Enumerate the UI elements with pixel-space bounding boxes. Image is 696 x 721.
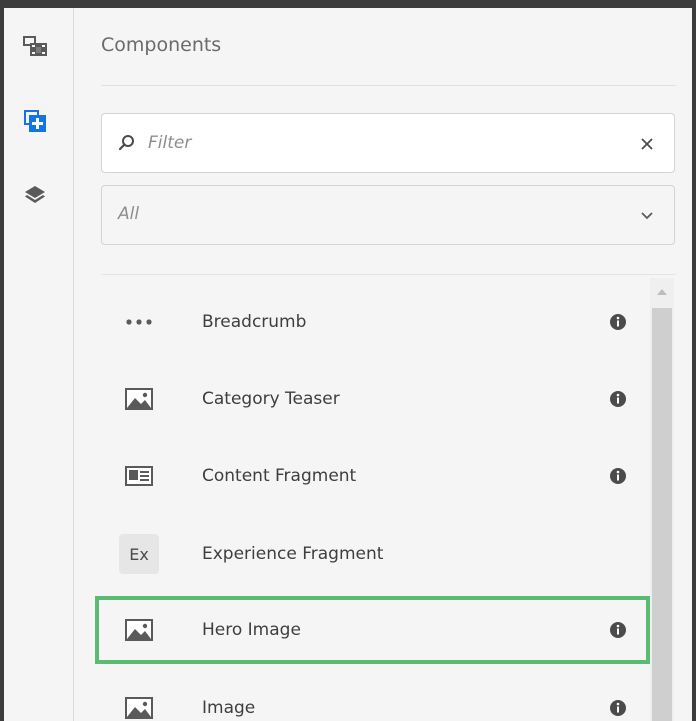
- component-label: Breadcrumb: [202, 312, 307, 332]
- rail-content-tree-button[interactable]: [12, 175, 58, 215]
- component-item-category-teaser[interactable]: Category Teaser: [95, 365, 650, 433]
- component-item-image[interactable]: Image: [95, 674, 650, 721]
- title-divider: [101, 85, 676, 86]
- rail-assets-button[interactable]: [12, 26, 58, 66]
- ex-badge: Ex: [119, 534, 159, 574]
- component-label: Content Fragment: [202, 466, 357, 486]
- info-icon[interactable]: [609, 699, 627, 717]
- component-label: Hero Image: [202, 620, 301, 640]
- component-item-experience-fragment[interactable]: Ex Experience Fragment: [95, 520, 650, 588]
- info-icon[interactable]: [609, 467, 627, 485]
- content-fragment-icon: [119, 456, 159, 496]
- ellipsis-icon: [119, 302, 159, 342]
- component-label: Category Teaser: [202, 389, 340, 409]
- component-item-breadcrumb[interactable]: Breadcrumb: [95, 288, 650, 356]
- image-icon: [119, 610, 159, 650]
- list-divider: [101, 274, 676, 275]
- list-scrollbar[interactable]: [650, 278, 674, 721]
- search-icon: [118, 135, 134, 151]
- component-label: Experience Fragment: [202, 544, 384, 564]
- info-icon[interactable]: [609, 390, 627, 408]
- chevron-down-icon: [641, 212, 653, 220]
- scrollbar-thumb[interactable]: [652, 308, 672, 721]
- image-icon: [119, 688, 159, 721]
- close-icon: [641, 138, 653, 150]
- layers-icon: [25, 186, 45, 203]
- components-list: Breadcrumb Category Teaser Content Fragm…: [95, 276, 650, 721]
- info-icon[interactable]: [609, 621, 627, 639]
- rail-components-button[interactable]: [12, 101, 58, 141]
- clear-filter-button[interactable]: [636, 133, 658, 155]
- component-item-content-fragment[interactable]: Content Fragment: [95, 442, 650, 510]
- component-group-select[interactable]: All: [101, 185, 675, 245]
- side-rail: [4, 8, 74, 721]
- side-panel-frame: Components All: [4, 8, 692, 721]
- scroll-up-arrow-icon[interactable]: [656, 288, 668, 296]
- select-value: All: [118, 204, 140, 224]
- components-icon: [24, 110, 46, 132]
- filter-input[interactable]: [148, 124, 618, 162]
- panel-title: Components: [101, 34, 222, 56]
- components-panel: Components All: [75, 8, 692, 721]
- component-label: Image: [202, 698, 256, 718]
- component-item-hero-image[interactable]: Hero Image: [95, 596, 650, 664]
- assets-icon: [23, 36, 47, 56]
- filter-field[interactable]: [101, 113, 675, 173]
- info-icon[interactable]: [609, 313, 627, 331]
- image-icon: [119, 379, 159, 419]
